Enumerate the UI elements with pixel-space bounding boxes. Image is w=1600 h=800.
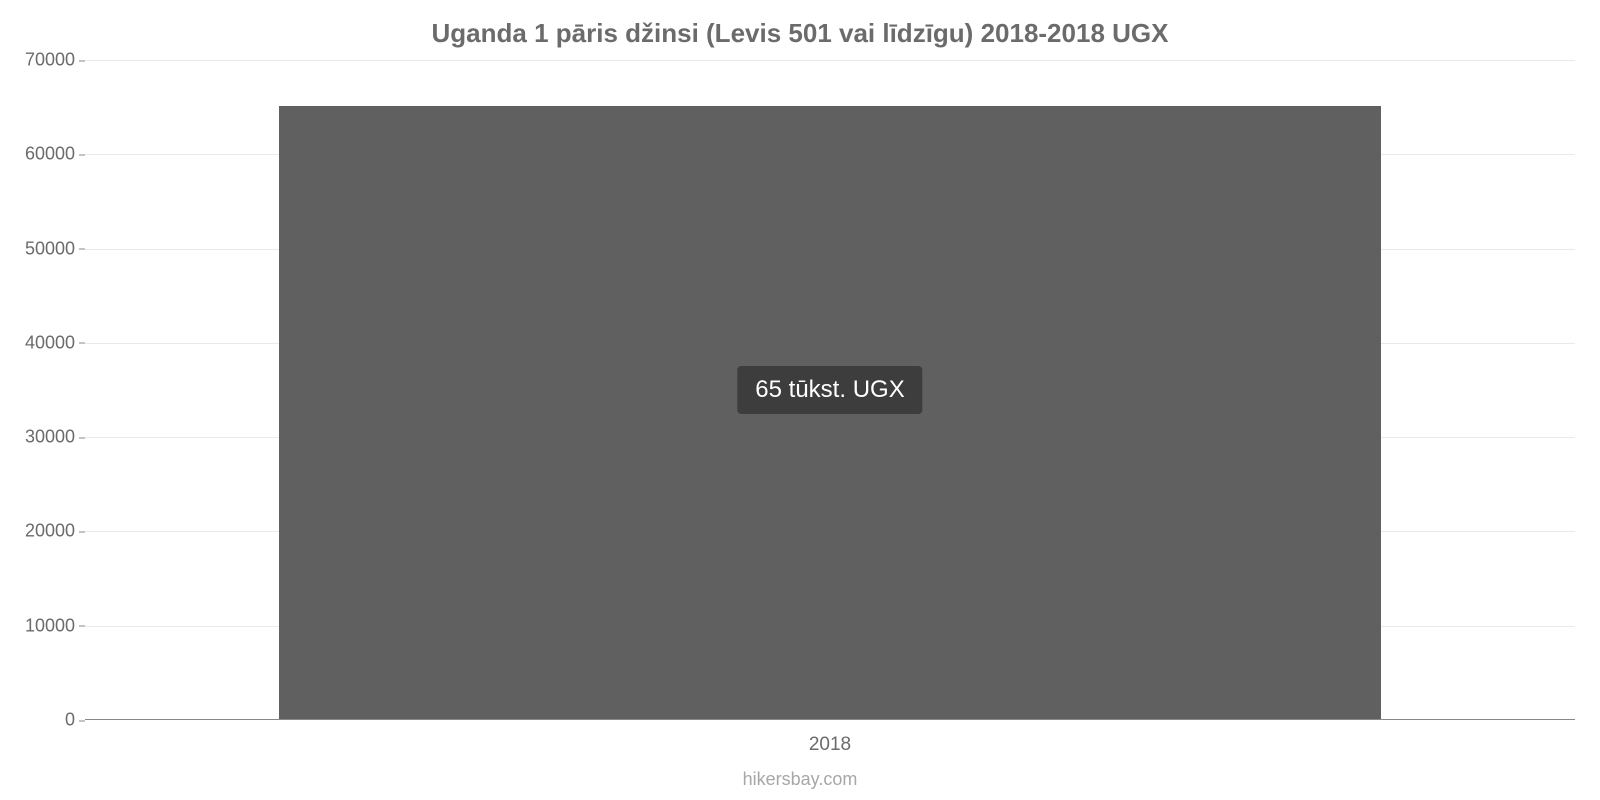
y-tick-label: 0	[15, 710, 75, 731]
x-tick-label: 2018	[809, 734, 851, 756]
y-tick-label: 40000	[15, 332, 75, 353]
y-tick-label: 30000	[15, 427, 75, 448]
y-tick-label: 70000	[15, 50, 75, 71]
source-attribution: hikersbay.com	[0, 769, 1600, 790]
y-tick-label: 50000	[15, 238, 75, 259]
chart-title: Uganda 1 pāris džinsi (Levis 501 vai līd…	[0, 18, 1600, 49]
x-axis	[85, 719, 1575, 720]
grid-line	[85, 60, 1575, 61]
plot-area: 010000200003000040000500006000070000 201…	[85, 60, 1575, 720]
y-tick-label: 60000	[15, 144, 75, 165]
data-label-tooltip: 65 tūkst. UGX	[737, 366, 922, 414]
y-tick-label: 10000	[15, 615, 75, 636]
y-tick-label: 20000	[15, 521, 75, 542]
